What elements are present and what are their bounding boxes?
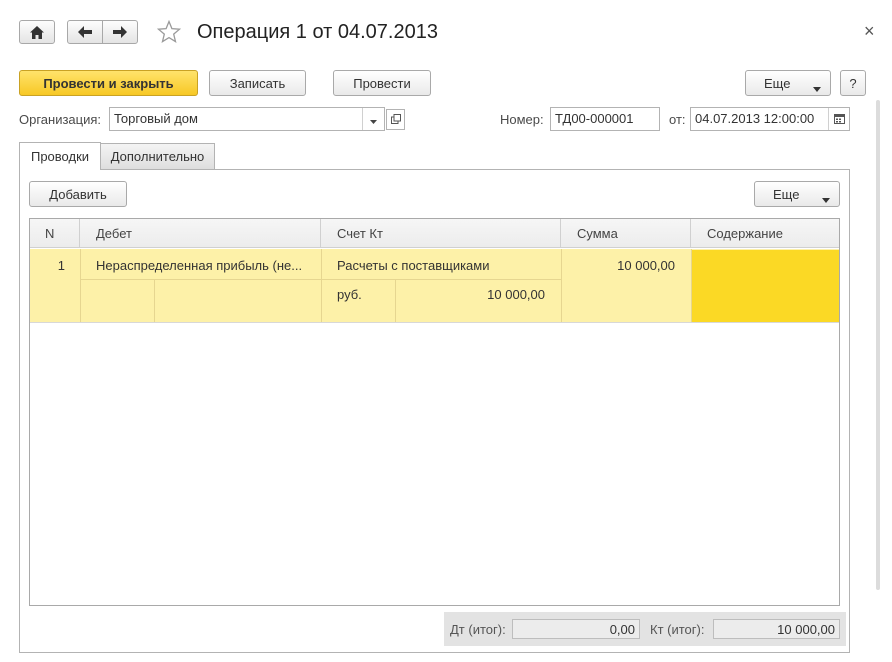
entries-table: N Дебет Счет Кт Сумма Содержание 1 Нерас… xyxy=(29,218,840,606)
column-header-content[interactable]: Содержание xyxy=(691,219,839,248)
number-field[interactable]: ТД00-000001 xyxy=(550,107,660,131)
cell-credit-currency-sum: 10 000,00 xyxy=(487,287,545,302)
help-button[interactable]: ? xyxy=(840,70,866,96)
dropdown-arrow-icon xyxy=(370,112,377,127)
dt-total-field: 0,00 xyxy=(512,619,640,639)
window-scrollbar[interactable] xyxy=(876,100,880,590)
cell-n: 1 xyxy=(57,258,65,273)
calendar-button[interactable] xyxy=(828,108,849,130)
kt-total-label: Кт (итог): xyxy=(650,622,705,637)
tab-entries[interactable]: Проводки xyxy=(19,142,101,170)
cell-debit: Нераспределенная прибыль (не... xyxy=(96,258,303,273)
arrow-right-icon xyxy=(113,26,127,38)
row-separator xyxy=(80,279,561,280)
row-separator xyxy=(691,249,692,322)
close-icon[interactable]: × xyxy=(864,21,875,42)
back-button[interactable] xyxy=(67,20,103,44)
more-menu-button[interactable]: Еще xyxy=(745,70,831,96)
dropdown-arrow-icon xyxy=(813,80,821,95)
add-row-button[interactable]: Добавить xyxy=(29,181,127,207)
cell-credit-account: Расчеты с поставщиками xyxy=(337,258,490,273)
home-button[interactable] xyxy=(19,20,55,44)
tab-additional[interactable]: Дополнительно xyxy=(100,143,215,169)
more-menu-label: Еще xyxy=(764,75,791,91)
organization-dropdown-button[interactable] xyxy=(362,108,384,130)
save-button[interactable]: Записать xyxy=(209,70,306,96)
date-label: от: xyxy=(669,112,686,127)
row-separator xyxy=(321,249,322,322)
favorite-star-icon[interactable] xyxy=(156,19,182,47)
cell-sum: 10 000,00 xyxy=(617,258,675,273)
arrow-left-icon xyxy=(78,26,92,38)
organization-value: Торговый дом xyxy=(114,111,198,126)
number-label: Номер: xyxy=(500,112,544,127)
number-value: ТД00-000001 xyxy=(555,111,634,126)
date-value: 04.07.2013 12:00:00 xyxy=(695,111,815,126)
row-separator xyxy=(80,249,81,322)
organization-field[interactable]: Торговый дом xyxy=(109,107,385,131)
active-content-cell[interactable] xyxy=(692,250,839,322)
column-header-sum[interactable]: Сумма xyxy=(561,219,691,248)
organization-label: Организация: xyxy=(19,112,102,127)
column-header-debit[interactable]: Дебет xyxy=(80,219,321,248)
table-more-label: Еще xyxy=(773,186,800,202)
open-form-icon xyxy=(390,112,401,127)
page-title: Операция 1 от 04.07.2013 xyxy=(197,21,438,43)
row-separator xyxy=(154,280,155,322)
kt-total-field: 10 000,00 xyxy=(713,619,840,639)
forward-button[interactable] xyxy=(102,20,138,44)
post-and-close-button[interactable]: Провести и закрыть xyxy=(19,70,198,96)
post-button[interactable]: Провести xyxy=(333,70,431,96)
column-header-n[interactable]: N xyxy=(30,219,80,248)
dropdown-arrow-icon xyxy=(822,191,830,206)
calendar-icon xyxy=(833,112,845,127)
cell-credit-currency: руб. xyxy=(337,287,362,302)
dt-total-label: Дт (итог): xyxy=(450,622,506,637)
organization-open-button[interactable] xyxy=(386,109,405,130)
table-more-menu-button[interactable]: Еще xyxy=(754,181,840,207)
row-bottom-border xyxy=(30,322,839,323)
date-field[interactable]: 04.07.2013 12:00:00 xyxy=(690,107,850,131)
column-header-credit[interactable]: Счет Кт xyxy=(321,219,561,248)
home-icon xyxy=(30,25,44,39)
